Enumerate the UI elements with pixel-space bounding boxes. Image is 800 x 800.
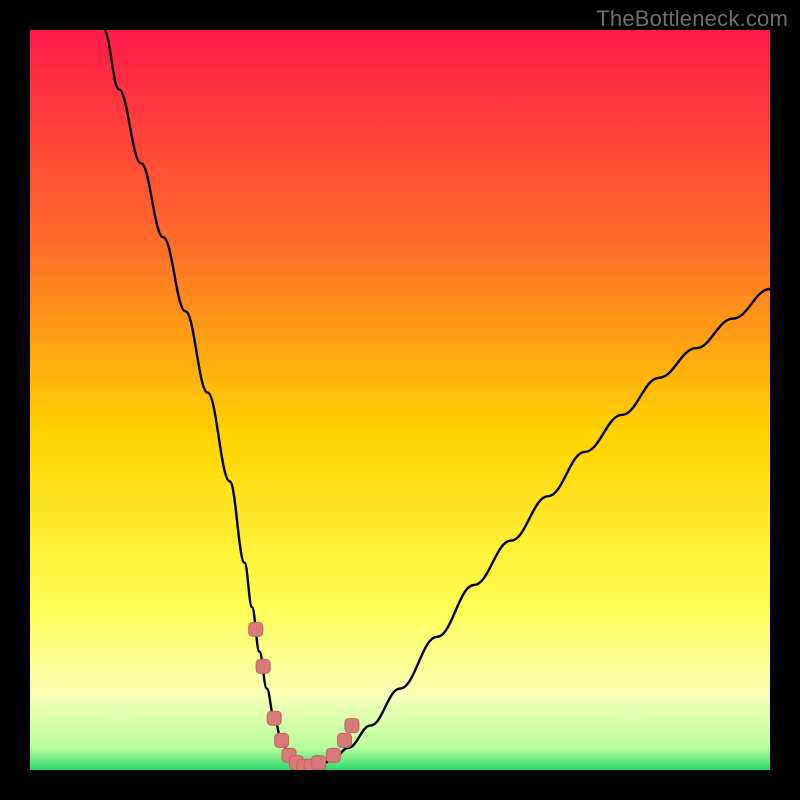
- marker-point: [256, 659, 270, 673]
- marker-point: [267, 711, 281, 725]
- watermark-text: TheBottleneck.com: [596, 6, 788, 32]
- marker-point: [312, 756, 326, 770]
- curve-layer: [30, 30, 770, 770]
- marker-point: [275, 733, 289, 747]
- marker-point: [345, 719, 359, 733]
- marker-point: [249, 622, 263, 636]
- marker-point: [326, 748, 340, 762]
- bottleneck-curve: [104, 30, 770, 770]
- marker-point: [338, 733, 352, 747]
- plot-area: [30, 30, 770, 770]
- highlight-markers: [249, 622, 359, 770]
